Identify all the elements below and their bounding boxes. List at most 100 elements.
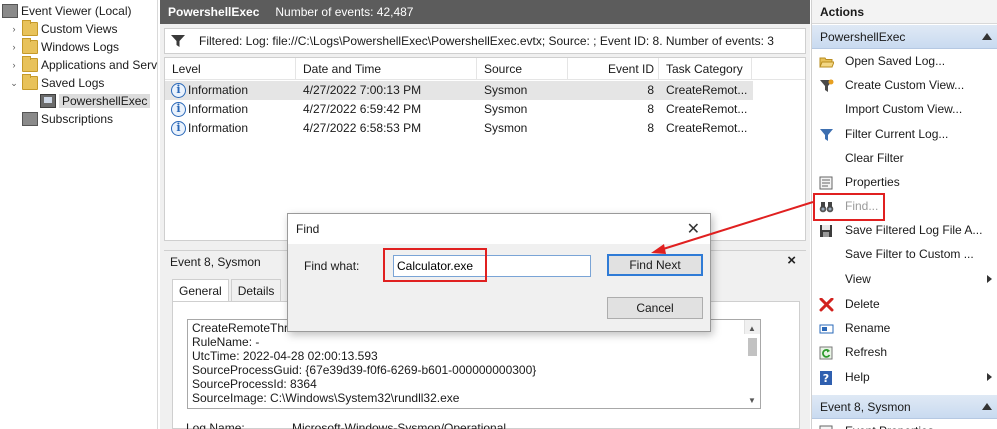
cell-task-category: CreateRemot... — [666, 83, 748, 97]
folder-icon — [22, 56, 38, 72]
cancel-button[interactable]: Cancel — [607, 297, 703, 319]
column-source[interactable]: Source — [477, 58, 568, 80]
column-level[interactable]: Level — [165, 58, 296, 80]
event-viewer-icon — [2, 4, 18, 18]
table-row[interactable]: i Information 4/27/2022 6:59:42 PM Sysmo… — [165, 100, 753, 119]
chevron-right-icon[interactable]: › — [8, 41, 20, 53]
action-create-custom-view[interactable]: Create Custom View... — [812, 74, 997, 96]
subscriptions-icon — [22, 112, 38, 126]
tree-item-saved-logs[interactable]: ⌄ Saved Logs — [8, 74, 104, 92]
save-icon — [819, 223, 834, 237]
table-row[interactable]: i Information 4/27/2022 6:58:53 PM Sysmo… — [165, 119, 753, 138]
tree-item-label: Saved Logs — [41, 76, 105, 90]
close-icon[interactable]: × — [787, 252, 796, 269]
log-icon — [40, 94, 56, 108]
action-clear-filter[interactable]: Clear Filter — [812, 147, 997, 169]
description-line: SourceImage: C:\Windows\System32\rundll3… — [192, 391, 460, 405]
action-filter-current-log[interactable]: Filter Current Log... — [812, 123, 997, 145]
scroll-thumb[interactable] — [748, 338, 757, 356]
tree-item-windows-logs[interactable]: › Windows Logs — [8, 38, 119, 56]
information-icon: i — [171, 102, 186, 117]
tree-item-powershellexec[interactable]: PowershellExec — [40, 92, 151, 110]
event-detail-title: Event 8, Sysmon — [170, 254, 261, 269]
action-label: Delete — [845, 297, 880, 311]
tree-item-label: PowershellExec — [59, 94, 151, 108]
action-label: Help — [845, 370, 870, 384]
tab-details[interactable]: Details — [230, 279, 282, 301]
action-save-filter-to-custom-view[interactable]: Save Filter to Custom ... — [812, 243, 997, 265]
tab-general[interactable]: General — [172, 279, 229, 301]
folder-icon — [22, 74, 38, 90]
tree-item-applications-and-services[interactable]: › Applications and Serv — [8, 56, 157, 74]
event-viewer-window: Event Viewer (Local) › Custom Views › Wi… — [0, 0, 997, 429]
input-highlight-box — [383, 248, 487, 282]
action-delete[interactable]: Delete — [812, 293, 997, 315]
action-properties[interactable]: Properties — [812, 171, 997, 193]
action-event-properties[interactable]: Event Properties — [812, 420, 997, 429]
action-view[interactable]: View — [812, 268, 997, 290]
scroll-down-icon[interactable]: ▼ — [748, 394, 756, 408]
cell-date: 4/27/2022 6:58:53 PM — [303, 121, 422, 135]
action-import-custom-view[interactable]: Import Custom View... — [812, 98, 997, 120]
action-label: Rename — [845, 321, 891, 335]
close-icon[interactable]: ✕ — [687, 219, 700, 239]
collapse-icon[interactable] — [982, 33, 992, 40]
action-help[interactable]: ? Help — [812, 366, 997, 388]
cell-date: 4/27/2022 7:00:13 PM — [303, 83, 422, 97]
action-rename[interactable]: Rename — [812, 317, 997, 339]
actions-group-powershellexec[interactable]: PowershellExec — [812, 25, 997, 49]
description-line: RuleName: - — [192, 335, 260, 349]
delete-icon — [819, 297, 834, 312]
cell-event-id: 8 — [647, 83, 654, 97]
description-line: UtcTime: 2022-04-28 02:00:13.593 — [192, 349, 378, 363]
action-refresh[interactable]: Refresh — [812, 341, 997, 363]
tree-item-label: Subscriptions — [41, 112, 114, 126]
table-header: Level Date and Time Source Event ID Task… — [165, 58, 805, 80]
cell-source: Sysmon — [484, 102, 528, 116]
filter-description: Filtered: Log: file://C:\Logs\Powershell… — [199, 34, 774, 48]
tree-item-label: Applications and Serv — [41, 58, 158, 72]
event-description[interactable]: CreateRemoteThread detected: RuleName: -… — [187, 319, 761, 409]
cell-event-id: 8 — [647, 121, 654, 135]
tree-item-subscriptions[interactable]: Subscriptions — [22, 110, 113, 128]
folder-icon — [22, 38, 38, 54]
log-name-value: Microsoft-Windows-Sysmon/Operational — [292, 421, 507, 429]
log-header: PowershellExec Number of events: 42,487 — [160, 0, 810, 24]
cell-task-category: CreateRemot... — [666, 121, 748, 135]
column-date-and-time[interactable]: Date and Time — [296, 58, 477, 80]
filter-icon — [819, 78, 834, 92]
chevron-down-icon[interactable]: ⌄ — [8, 77, 20, 89]
collapse-icon[interactable] — [982, 403, 992, 410]
chevron-right-icon[interactable]: › — [8, 59, 20, 71]
cell-source: Sysmon — [484, 121, 528, 135]
information-icon: i — [171, 83, 186, 98]
description-scrollbar[interactable]: ▲ ▼ — [744, 320, 760, 405]
column-event-id[interactable]: Event ID — [568, 58, 659, 80]
tree-item-label: Event Viewer (Local) — [21, 4, 132, 18]
action-label: View — [845, 272, 871, 286]
filter-icon — [819, 127, 834, 141]
navigation-tree: Event Viewer (Local) › Custom Views › Wi… — [0, 0, 158, 429]
tree-item-label: Windows Logs — [41, 40, 120, 54]
folder-icon — [22, 20, 38, 36]
column-task-category[interactable]: Task Category — [659, 58, 752, 80]
action-save-filtered-log-file[interactable]: Save Filtered Log File A... — [812, 219, 997, 241]
open-folder-icon — [819, 54, 835, 68]
scroll-up-icon[interactable]: ▲ — [748, 322, 756, 336]
action-open-saved-log[interactable]: Open Saved Log... — [812, 50, 997, 72]
action-label: Open Saved Log... — [845, 54, 946, 68]
actions-group-event-8-sysmon[interactable]: Event 8, Sysmon — [812, 395, 997, 419]
tree-item-custom-views[interactable]: › Custom Views — [8, 20, 117, 38]
properties-icon — [819, 424, 834, 429]
find-next-button[interactable]: Find Next — [607, 254, 703, 276]
action-label: Event Properties — [845, 420, 934, 429]
table-row[interactable]: i Information 4/27/2022 7:00:13 PM Sysmo… — [165, 81, 753, 100]
action-label: Refresh — [845, 345, 888, 359]
group-label: PowershellExec — [820, 30, 906, 44]
dialog-titlebar[interactable]: Find ✕ — [288, 214, 710, 244]
cell-level: Information — [188, 102, 249, 116]
action-label: Import Custom View... — [845, 102, 963, 116]
tree-item-event-viewer-local[interactable]: Event Viewer (Local) — [2, 2, 132, 20]
chevron-right-icon[interactable]: › — [8, 23, 20, 35]
action-label: Save Filtered Log File A... — [845, 223, 983, 237]
